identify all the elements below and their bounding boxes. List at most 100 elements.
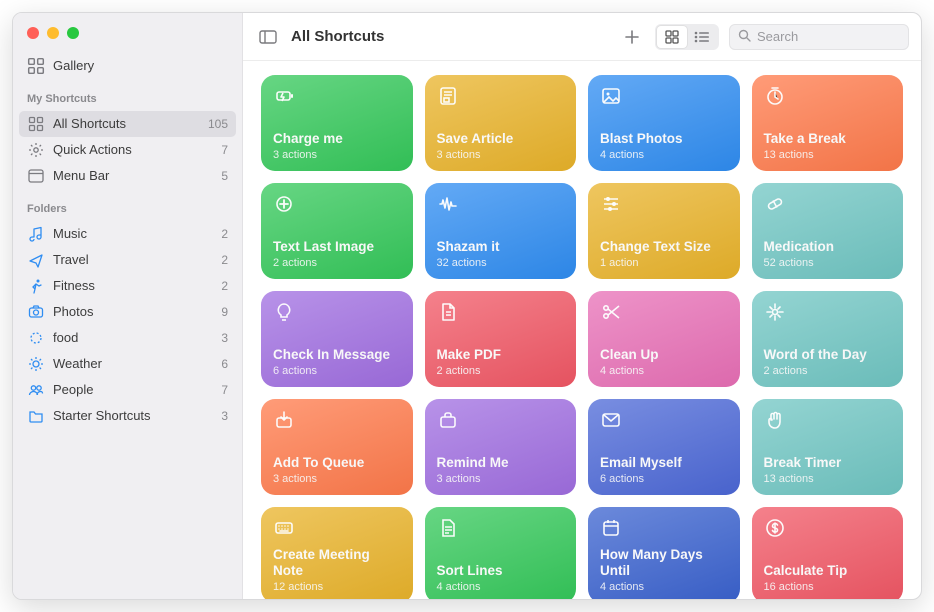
folder-icon [27, 407, 45, 425]
shortcut-card-how-many-days-until[interactable]: How Many Days Until 4 actions [588, 507, 740, 599]
sidebar-item-count: 3 [221, 328, 228, 348]
gallery-icon [27, 57, 45, 75]
shortcuts-scroll-area[interactable]: Charge me 3 actions Save Article 3 actio… [243, 61, 921, 599]
sidebar-item-label: All Shortcuts [53, 114, 126, 134]
minimize-window-button[interactable] [47, 27, 59, 39]
shortcut-subtitle: 13 actions [764, 149, 892, 161]
sidebar-folder-photos[interactable]: Photos 9 [13, 299, 242, 325]
shortcut-card-break-timer[interactable]: Break Timer 13 actions [752, 399, 904, 495]
shortcut-title: Calculate Tip [764, 563, 892, 579]
shortcut-card-medication[interactable]: Medication 52 actions [752, 183, 904, 279]
shortcut-subtitle: 4 actions [600, 149, 728, 161]
sidebar-item-label: Weather [53, 354, 102, 374]
sidebar-item-menu-bar[interactable]: Menu Bar 5 [13, 163, 242, 189]
shortcut-subtitle: 3 actions [437, 149, 565, 161]
dollar-icon [764, 517, 786, 539]
shortcut-card-remind-me[interactable]: Remind Me 3 actions [425, 399, 577, 495]
shortcut-title: Check In Message [273, 347, 401, 363]
shortcut-card-calculate-tip[interactable]: Calculate Tip 16 actions [752, 507, 904, 599]
shortcut-card-email-myself[interactable]: Email Myself 6 actions [588, 399, 740, 495]
list-view-button[interactable] [687, 26, 717, 48]
toolbar: All Shortcuts [243, 13, 921, 61]
sun-icon [27, 355, 45, 373]
shortcut-title: Shazam it [437, 239, 565, 255]
people-icon [27, 381, 45, 399]
sidebar-item-all-shortcuts[interactable]: All Shortcuts 105 [19, 111, 236, 137]
sidebar-item-count: 2 [221, 276, 228, 296]
shortcut-subtitle: 1 action [600, 257, 728, 269]
sidebar-item-label: Travel [53, 250, 89, 270]
article-icon [437, 85, 459, 107]
shortcut-title: Remind Me [437, 455, 565, 471]
main-area: All Shortcuts [243, 13, 921, 599]
shortcut-title: Create Meeting Note [273, 547, 401, 579]
shortcut-title: Make PDF [437, 347, 565, 363]
sparkle-icon [764, 301, 786, 323]
sidebar-gallery[interactable]: Gallery [13, 53, 242, 79]
shortcut-subtitle: 12 actions [273, 581, 401, 593]
shortcut-title: Email Myself [600, 455, 728, 471]
sidebar-folder-travel[interactable]: Travel 2 [13, 247, 242, 273]
sidebar-item-label: Starter Shortcuts [53, 406, 151, 426]
window-controls [13, 21, 242, 53]
shortcut-card-clean-up[interactable]: Clean Up 4 actions [588, 291, 740, 387]
view-mode-segment [655, 24, 719, 50]
shortcut-card-charge-me[interactable]: Charge me 3 actions [261, 75, 413, 171]
sidebar-folder-food[interactable]: food 3 [13, 325, 242, 351]
shortcut-card-text-last-image[interactable]: Text Last Image 2 actions [261, 183, 413, 279]
close-window-button[interactable] [27, 27, 39, 39]
sidebar-item-count: 105 [208, 114, 228, 134]
shortcut-card-shazam-it[interactable]: Shazam it 32 actions [425, 183, 577, 279]
shortcut-subtitle: 13 actions [764, 473, 892, 485]
shortcut-title: Save Article [437, 131, 565, 147]
sidebar-folder-music[interactable]: Music 2 [13, 221, 242, 247]
mail-icon [600, 409, 622, 431]
sidebar-folder-weather[interactable]: Weather 6 [13, 351, 242, 377]
sidebar-item-label: Quick Actions [53, 140, 132, 160]
search-input[interactable] [757, 29, 900, 44]
shortcut-card-create-meeting-note[interactable]: Create Meeting Note 12 actions [261, 507, 413, 599]
page-title: All Shortcuts [291, 28, 384, 45]
sidebar-item-label: Music [53, 224, 87, 244]
sidebar-item-quick-actions[interactable]: Quick Actions 7 [13, 137, 242, 163]
sidebar-item-count: 9 [221, 302, 228, 322]
shortcut-subtitle: 4 actions [600, 581, 728, 593]
shortcut-subtitle: 32 actions [437, 257, 565, 269]
sidebar-folder-people[interactable]: People 7 [13, 377, 242, 403]
add-shortcut-button[interactable] [619, 25, 645, 49]
sidebar-item-count: 7 [221, 140, 228, 160]
shortcut-card-word-of-the-day[interactable]: Word of the Day 2 actions [752, 291, 904, 387]
battery-icon [273, 85, 295, 107]
sidebar-folder-starter-shortcuts[interactable]: Starter Shortcuts 3 [13, 403, 242, 429]
zoom-window-button[interactable] [67, 27, 79, 39]
shortcut-card-save-article[interactable]: Save Article 3 actions [425, 75, 577, 171]
shortcut-title: Charge me [273, 131, 401, 147]
shortcut-title: How Many Days Until [600, 547, 728, 579]
shortcut-card-add-to-queue[interactable]: Add To Queue 3 actions [261, 399, 413, 495]
shortcut-card-make-pdf[interactable]: Make PDF 2 actions [425, 291, 577, 387]
shortcut-card-sort-lines[interactable]: Sort Lines 4 actions [425, 507, 577, 599]
sidebar-section-folders: Folders [13, 189, 242, 221]
bulb-icon [273, 301, 295, 323]
shortcut-subtitle: 3 actions [273, 473, 401, 485]
search-icon [738, 29, 751, 45]
shortcut-subtitle: 3 actions [273, 149, 401, 161]
shortcut-card-blast-photos[interactable]: Blast Photos 4 actions [588, 75, 740, 171]
doclines-icon [437, 517, 459, 539]
shortcut-subtitle: 4 actions [437, 581, 565, 593]
shortcut-card-take-a-break[interactable]: Take a Break 13 actions [752, 75, 904, 171]
sidebar-folder-fitness[interactable]: Fitness 2 [13, 273, 242, 299]
sidebar-item-count: 7 [221, 380, 228, 400]
sendplus-icon [273, 193, 295, 215]
grid-icon [27, 115, 45, 133]
calendar-icon [600, 517, 622, 539]
camera-icon [27, 303, 45, 321]
search-field[interactable] [729, 24, 909, 50]
gear-icon [27, 141, 45, 159]
shortcut-card-check-in-message[interactable]: Check In Message 6 actions [261, 291, 413, 387]
sidebar-section-my-shortcuts: My Shortcuts [13, 79, 242, 111]
toggle-sidebar-button[interactable] [255, 25, 281, 49]
shortcut-title: Take a Break [764, 131, 892, 147]
grid-view-button[interactable] [657, 26, 687, 48]
shortcut-card-change-text-size[interactable]: Change Text Size 1 action [588, 183, 740, 279]
